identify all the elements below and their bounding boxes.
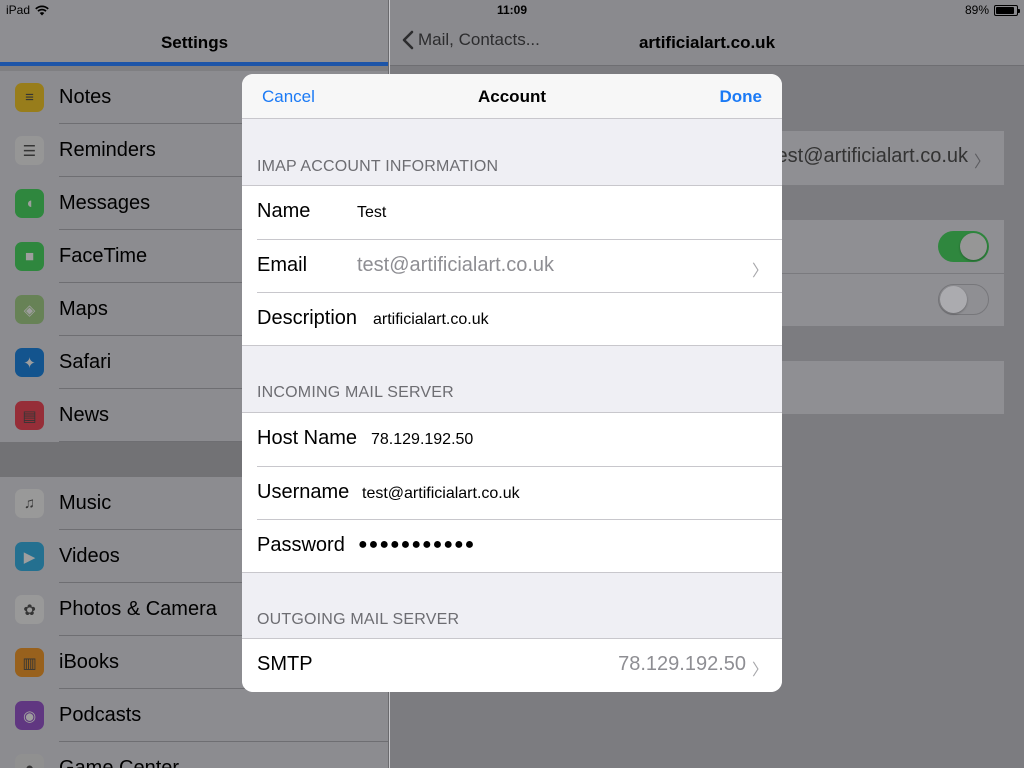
description-field[interactable]: artificialart.co.uk bbox=[373, 311, 489, 329]
email-row[interactable]: Email test@artificialart.co.uk 〉 bbox=[257, 239, 782, 292]
chevron-right-icon: 〉 bbox=[751, 662, 768, 679]
sidebar-item-label: Music bbox=[59, 492, 112, 514]
account-sheet: Cancel Account Done IMAP ACCOUNT INFORMA… bbox=[242, 74, 782, 692]
safari-icon: ✦ bbox=[15, 348, 44, 377]
outgoing-section-header: OUTGOING MAIL SERVER bbox=[257, 611, 460, 628]
sidebar-item-label: Reminders bbox=[59, 139, 156, 161]
name-label: Name bbox=[257, 200, 311, 222]
description-label: Description bbox=[257, 307, 358, 329]
news-icon: ▤ bbox=[15, 401, 44, 430]
account-email: test@artificialart.co.uk bbox=[770, 145, 968, 167]
username-label: Username bbox=[257, 481, 350, 503]
sidebar-item-label: Podcasts bbox=[59, 704, 142, 726]
smtp-value: 78.129.192.50 bbox=[618, 653, 746, 675]
toggle-knob bbox=[940, 286, 967, 313]
sidebar-item-label: Notes bbox=[59, 86, 112, 108]
photos-icon: ✿ bbox=[15, 595, 44, 624]
messages-icon: ◖ bbox=[15, 189, 44, 218]
chevron-right-icon: 〉 bbox=[973, 154, 990, 171]
podcasts-icon: ◉ bbox=[15, 701, 44, 730]
game-center-icon: ● bbox=[15, 754, 44, 768]
sheet-header: Cancel Account Done bbox=[242, 74, 782, 119]
smtp-label: SMTP bbox=[257, 653, 313, 675]
chevron-right-icon: 〉 bbox=[751, 263, 768, 280]
password-field[interactable]: ●●●●●●●●●●● bbox=[358, 536, 475, 554]
description-row[interactable]: Description artificialart.co.uk bbox=[257, 292, 782, 345]
videos-icon: ▶ bbox=[15, 542, 44, 571]
name-row[interactable]: Name Test bbox=[242, 186, 782, 239]
mail-toggle[interactable] bbox=[938, 231, 989, 262]
name-field[interactable]: Test bbox=[357, 204, 386, 222]
sidebar-item-game-center[interactable]: ● Game Center bbox=[0, 742, 388, 768]
done-button[interactable]: Done bbox=[720, 87, 763, 107]
sidebar-item-label: Game Center bbox=[59, 757, 180, 768]
battery-fill bbox=[996, 6, 1014, 14]
sidebar-item-podcasts[interactable]: ◉ Podcasts bbox=[0, 689, 388, 742]
notes-icon: ≡ bbox=[15, 83, 44, 112]
password-row[interactable]: Password ●●●●●●●●●●● bbox=[257, 519, 782, 572]
battery-icon bbox=[994, 4, 1020, 16]
sidebar-item-label: News bbox=[59, 404, 110, 426]
reminders-icon: ☰ bbox=[15, 136, 44, 165]
facetime-icon: ■ bbox=[15, 242, 44, 271]
smtp-row[interactable]: SMTP 78.129.192.50 〉 bbox=[242, 639, 782, 692]
sidebar-item-label: Maps bbox=[59, 298, 108, 320]
sidebar-item-label: Photos & Camera bbox=[59, 598, 217, 620]
email-label: Email bbox=[257, 254, 308, 276]
host-field[interactable]: 78.129.192.50 bbox=[371, 431, 473, 449]
status-time: 11:09 bbox=[496, 3, 528, 17]
notes-toggle[interactable] bbox=[938, 284, 989, 315]
sidebar-item-label: iBooks bbox=[59, 651, 120, 673]
status-bar: iPad 11:09 89% bbox=[0, 0, 1024, 20]
imap-group: Name Test Email test@artificialart.co.uk… bbox=[242, 185, 782, 346]
imap-section-header: IMAP ACCOUNT INFORMATION bbox=[257, 158, 499, 175]
username-row[interactable]: Username test@artificialart.co.uk bbox=[257, 466, 782, 519]
sidebar-item-label: Safari bbox=[59, 351, 112, 373]
music-icon: ♫ bbox=[15, 489, 44, 518]
battery-percent: 89% bbox=[964, 3, 989, 17]
outgoing-group: SMTP 78.129.192.50 〉 bbox=[242, 638, 782, 692]
sidebar-item-label: FaceTime bbox=[59, 245, 148, 267]
detail-title: artificialart.co.uk bbox=[638, 33, 776, 52]
ibooks-icon: ▥ bbox=[15, 648, 44, 677]
sidebar-item-label: Videos bbox=[59, 545, 120, 567]
sidebar-item-label: Messages bbox=[59, 192, 151, 214]
status-right: 89% bbox=[964, 3, 1020, 17]
settings-title: Settings bbox=[160, 33, 229, 52]
incoming-section-header: INCOMING MAIL SERVER bbox=[257, 384, 454, 401]
password-label: Password bbox=[257, 534, 345, 556]
username-field[interactable]: test@artificialart.co.uk bbox=[362, 485, 520, 503]
sheet-title: Account bbox=[478, 87, 546, 106]
host-row[interactable]: Host Name 78.129.192.50 bbox=[242, 413, 782, 466]
incoming-group: Host Name 78.129.192.50 Username test@ar… bbox=[242, 412, 782, 573]
host-label: Host Name bbox=[257, 427, 358, 449]
maps-icon: ◈ bbox=[15, 295, 44, 324]
toggle-knob bbox=[960, 233, 987, 260]
email-value: test@artificialart.co.uk bbox=[357, 254, 555, 276]
